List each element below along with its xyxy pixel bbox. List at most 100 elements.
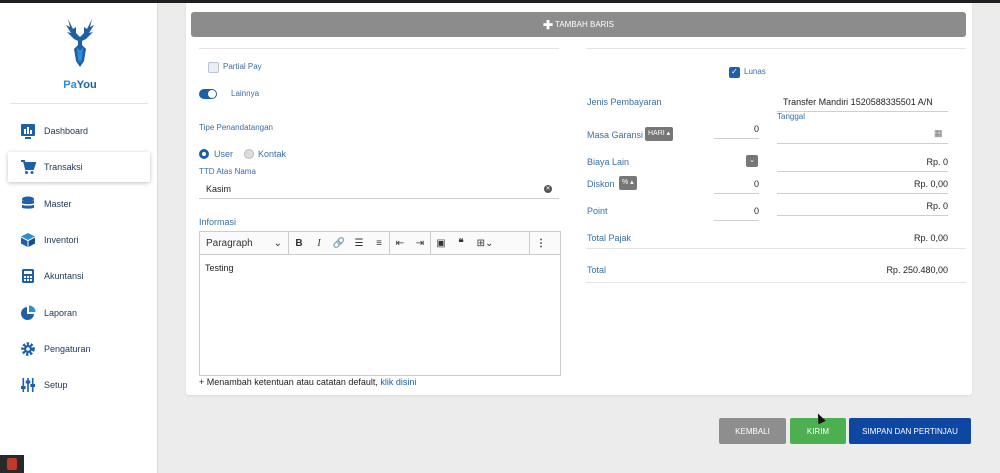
indent-decrease-icon[interactable]: ⇤ (390, 232, 410, 255)
sliders-icon (21, 378, 35, 392)
bold-icon[interactable]: B (289, 232, 309, 255)
sidebar-item-inventori[interactable]: Inventori (8, 225, 150, 255)
diskon-rp-underline (777, 193, 948, 194)
sidebar-divider (10, 103, 148, 104)
chevron-down-icon[interactable]: ⌄ (746, 155, 758, 167)
ttd-label: TTD Atas Nama (199, 167, 256, 176)
bullet-list-icon[interactable]: ☰ (349, 232, 369, 255)
sidebar-item-label: Master (44, 199, 72, 209)
sidebar-item-label: Pengaturan (44, 344, 91, 354)
divider (586, 282, 966, 283)
jenis-pembayaran-select[interactable]: Transfer Mandiri 1520588335501 A/N (783, 97, 943, 107)
sidebar-item-label: Transaksi (44, 162, 83, 172)
sidebar-item-laporan[interactable]: Laporan (8, 298, 150, 328)
total-pajak-value: Rp. 0,00 (913, 233, 948, 243)
radio-user[interactable] (199, 149, 209, 159)
lainnya-toggle[interactable] (199, 89, 217, 99)
sidebar-item-master[interactable]: Master (8, 189, 150, 219)
radio-kontak[interactable] (244, 149, 254, 159)
jenis-pembayaran-label: Jenis Pembayaran (587, 97, 662, 107)
garansi-unit-select[interactable]: HARI ▴ (645, 127, 674, 141)
diskon-rp-value[interactable]: Rp. 0,00 (777, 179, 948, 189)
corner-app-icon[interactable] (0, 455, 24, 473)
biaya-lain-label: Biaya Lain (587, 157, 630, 167)
diskon-unit-select[interactable]: % ▴ (619, 176, 637, 190)
editor-toolbar: Paragraph ⌄ B I 🔗 ☰ ≡ ⇤ ⇥ ▣ ❝ ⊞⌄ ⋮ (200, 231, 560, 255)
sidebar-item-label: Laporan (44, 308, 78, 318)
more-options-icon[interactable]: ⋮ (530, 232, 552, 255)
sidebar-item-transaksi[interactable]: Transaksi (8, 152, 150, 182)
point-underline (714, 220, 759, 221)
partial-pay-label: Partial Pay (223, 62, 262, 71)
kembali-button[interactable]: KEMBALI (719, 418, 786, 444)
link-icon[interactable]: 🔗 (329, 232, 349, 255)
point-input[interactable]: 0 (714, 206, 759, 216)
point-label: Point (587, 206, 608, 216)
total-label: Total (587, 265, 607, 275)
sidebar-item-label: Dashboard (44, 126, 89, 136)
total-value: Rp. 250.480,00 (886, 265, 948, 275)
gear-icon (21, 342, 35, 356)
deer-logo-icon (66, 19, 94, 67)
divider (199, 48, 559, 49)
informasi-label: Informasi (199, 217, 237, 227)
tanggal-underline (777, 143, 948, 144)
paragraph-select[interactable]: Paragraph ⌄ (200, 232, 288, 255)
ttd-underline (199, 198, 559, 199)
rich-text-editor: Paragraph ⌄ B I 🔗 ☰ ≡ ⇤ ⇥ ▣ ❝ ⊞⌄ ⋮ Testin… (199, 231, 561, 376)
dashboard-icon (21, 124, 35, 139)
lunas-label: Lunas (744, 67, 766, 76)
transaction-form-card: ✚ TAMBAH BARIS Partial Pay Lainnya Tipe P… (186, 3, 972, 395)
divider (586, 248, 966, 249)
image-icon[interactable]: ▣ (431, 232, 451, 255)
ttd-input[interactable]: Kasim (206, 184, 231, 194)
database-icon (22, 196, 34, 209)
sidebar-item-label: Akuntansi (44, 271, 84, 281)
lainnya-label: Lainnya (231, 89, 260, 98)
calendar-icon[interactable]: ▦ (934, 128, 943, 139)
editor-content[interactable]: Testing (205, 263, 234, 273)
divider (586, 48, 966, 49)
point-rp-underline (777, 215, 948, 216)
diskon-underline (714, 193, 759, 194)
app-name: PaYou (63, 79, 97, 91)
sidebar-item-label: Setup (44, 380, 68, 390)
biaya-lain-underline (777, 171, 948, 172)
default-notes-link[interactable]: klik disini (380, 377, 416, 387)
numbered-list-icon[interactable]: ≡ (369, 232, 389, 255)
sidebar-item-setup[interactable]: Setup (8, 370, 150, 400)
diskon-input[interactable]: 0 (714, 179, 759, 189)
sidebar-item-dashboard[interactable]: Dashboard (8, 116, 150, 146)
simpan-pertinjau-button[interactable]: SIMPAN DAN PERTINJAU (849, 418, 971, 444)
cart-icon (21, 160, 36, 174)
clear-icon[interactable]: ✕ (544, 185, 552, 193)
garansi-input[interactable]: 0 (714, 124, 759, 134)
calculator-icon (22, 269, 34, 283)
sidebar: PaYou Dashboard Transaksi Master Invento… (0, 3, 158, 473)
sidebar-item-akuntansi[interactable]: Akuntansi (8, 261, 150, 291)
app-logo[interactable]: PaYou (52, 17, 108, 93)
box-icon (21, 233, 35, 247)
radio-user-label: User (214, 149, 234, 159)
sidebar-item-label: Inventori (44, 235, 79, 245)
table-icon[interactable]: ⊞⌄ (471, 232, 499, 255)
sidebar-item-pengaturan[interactable]: Pengaturan (8, 334, 150, 364)
add-row-button[interactable]: ✚ TAMBAH BARIS (191, 12, 966, 37)
quote-icon[interactable]: ❝ (451, 232, 471, 255)
chevron-down-icon: ⌄ (273, 237, 282, 249)
pie-chart-icon (21, 305, 36, 320)
default-notes-hint: + Menambah ketentuan atau catatan defaul… (199, 377, 417, 387)
tipe-penandatangan-label: Tipe Penandatangan (199, 123, 273, 132)
lunas-checkbox[interactable] (729, 67, 740, 78)
total-pajak-label: Total Pajak (587, 233, 632, 243)
partial-pay-checkbox[interactable] (208, 62, 219, 73)
masa-garansi-label: Masa Garansi (587, 130, 644, 140)
biaya-lain-input[interactable]: Rp. 0 (777, 157, 948, 167)
indent-increase-icon[interactable]: ⇥ (410, 232, 430, 255)
tanggal-label: Tanggal (777, 112, 806, 121)
diskon-label: Diskon (587, 179, 615, 189)
radio-kontak-label: Kontak (258, 149, 287, 159)
point-rp-value[interactable]: Rp. 0 (777, 201, 948, 211)
garansi-underline (714, 138, 759, 139)
italic-icon[interactable]: I (309, 232, 329, 255)
